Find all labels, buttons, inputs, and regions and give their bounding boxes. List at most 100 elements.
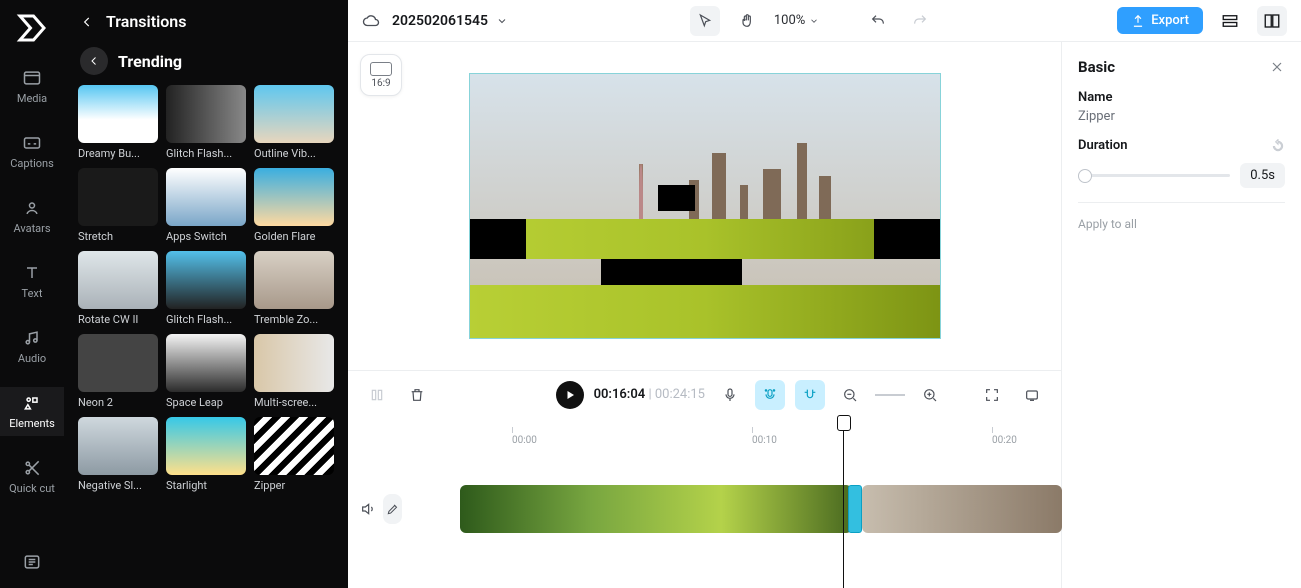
thumb-label: Zipper	[254, 479, 334, 492]
thumb-label: Stretch	[78, 230, 158, 243]
zoom-slider[interactable]	[875, 394, 905, 396]
timeline-ruler[interactable]: 00:00 00:10 00:20	[400, 419, 1061, 447]
nav-quickcut[interactable]: Quick cut	[0, 452, 64, 501]
transition-item[interactable]: Negative Sl...	[78, 417, 158, 492]
thumb-label: Negative Sl...	[78, 479, 158, 492]
close-icon[interactable]	[1269, 59, 1285, 75]
transition-item[interactable]: Tremble Zo...	[254, 251, 334, 326]
nav-avatars[interactable]: Avatars	[0, 192, 64, 241]
transition-marker[interactable]	[848, 485, 862, 533]
cloud-icon[interactable]	[362, 12, 380, 30]
pointer-tool[interactable]	[690, 6, 720, 36]
panel-title: Transitions	[106, 12, 186, 31]
nav-label: Quick cut	[9, 482, 55, 495]
transition-item[interactable]: Multi-scree...	[254, 334, 334, 409]
duration-value[interactable]: 0.5s	[1240, 163, 1285, 188]
layout-button-2[interactable]	[1257, 6, 1287, 36]
panel-subheader: Trending	[64, 43, 348, 85]
track-edit-button[interactable]	[383, 494, 402, 524]
transition-item[interactable]: Dreamy Bu...	[78, 85, 158, 160]
project-title[interactable]: 202502061545	[392, 13, 508, 29]
layout-button-1[interactable]	[1215, 6, 1245, 36]
transition-item[interactable]: Starlight	[166, 417, 246, 492]
clip-1[interactable]	[460, 485, 852, 533]
timeline[interactable]: 00:00 00:10 00:20	[348, 418, 1061, 588]
transition-item[interactable]: Space Leap	[166, 334, 246, 409]
zoom-value: 100%	[774, 13, 805, 28]
fullscreen-button[interactable]	[1017, 380, 1047, 410]
current-time: 00:16:04	[594, 387, 646, 402]
apply-to-all-button[interactable]: Apply to all	[1078, 217, 1285, 231]
export-button[interactable]: Export	[1117, 7, 1203, 34]
transition-item[interactable]: Rotate CW II	[78, 251, 158, 326]
transition-item[interactable]: Stretch	[78, 168, 158, 243]
zoom-level[interactable]: 100%	[774, 13, 819, 28]
nav-captions[interactable]: Captions	[0, 127, 64, 176]
transition-item[interactable]: Neon 2	[78, 334, 158, 409]
delete-button[interactable]	[402, 380, 432, 410]
top-bar: 202502061545 100% Export	[348, 0, 1301, 42]
thumb-label: Glitch Flash...	[166, 147, 246, 160]
thumb-label: Outline Vib...	[254, 147, 334, 160]
nav-label: Audio	[18, 352, 46, 365]
nav-elements[interactable]: Elements	[0, 387, 64, 436]
nav-media[interactable]: Media	[0, 62, 64, 111]
thumb-label: Tremble Zo...	[254, 313, 334, 326]
split-button[interactable]	[362, 380, 392, 410]
upload-icon	[1131, 14, 1145, 28]
preview-canvas[interactable]	[470, 74, 940, 338]
divider	[1078, 202, 1285, 203]
transition-item[interactable]: Zipper	[254, 417, 334, 492]
transition-item[interactable]: Apps Switch	[166, 168, 246, 243]
total-time: 00:24:15	[655, 387, 705, 402]
nav-label: Captions	[10, 157, 54, 170]
app-logo[interactable]	[14, 10, 50, 46]
timeline-toolbar: 00:16:04 | 00:24:15	[348, 370, 1061, 418]
thumb-label: Starlight	[166, 479, 246, 492]
nav-label: Elements	[9, 417, 55, 430]
nav-more[interactable]	[0, 546, 64, 578]
chevron-left-icon[interactable]	[80, 15, 94, 29]
thumb-label: Rotate CW II	[78, 313, 158, 326]
zoom-out-button[interactable]	[835, 380, 865, 410]
fit-button[interactable]	[977, 380, 1007, 410]
editor-main: 202502061545 100% Export 16:9	[348, 0, 1301, 588]
redo-button[interactable]	[905, 6, 935, 36]
transition-item[interactable]: Golden Flare	[254, 168, 334, 243]
transition-item[interactable]: Glitch Flash...	[166, 85, 246, 160]
playhead[interactable]	[843, 419, 844, 588]
properties-panel: Basic Name Zipper Duration 0.5s Apply to…	[1061, 42, 1301, 588]
aspect-ratio-value: 16:9	[371, 78, 390, 89]
export-label: Export	[1151, 13, 1189, 28]
transition-item[interactable]: Glitch Flash...	[166, 251, 246, 326]
props-section-title: Basic	[1078, 58, 1115, 76]
reset-icon[interactable]	[1271, 139, 1285, 153]
clip-2[interactable]	[862, 485, 1062, 533]
aspect-ratio-badge[interactable]: 16:9	[360, 54, 402, 96]
ruler-mark: 00:10	[752, 435, 777, 446]
panel-header: Transitions	[64, 0, 348, 43]
video-track[interactable]	[460, 485, 1062, 533]
snap-button[interactable]	[795, 380, 825, 410]
nav-text[interactable]: Text	[0, 257, 64, 306]
back-button[interactable]	[80, 47, 108, 75]
chevron-down-icon	[496, 15, 508, 27]
track-mute-button[interactable]	[358, 494, 377, 524]
thumb-label: Space Leap	[166, 396, 246, 409]
nav-audio[interactable]: Audio	[0, 322, 64, 371]
transition-item[interactable]: Outline Vib...	[254, 85, 334, 160]
zoom-in-button[interactable]	[915, 380, 945, 410]
thumb-label: Apps Switch	[166, 230, 246, 243]
duration-slider[interactable]	[1078, 174, 1230, 177]
undo-button[interactable]	[863, 6, 893, 36]
project-title-text: 202502061545	[392, 13, 488, 29]
hand-tool[interactable]	[732, 6, 762, 36]
preview-area: 16:9	[348, 42, 1061, 370]
chevron-left-icon	[88, 55, 100, 67]
ruler-mark: 00:00	[512, 435, 537, 446]
auto-caption-button[interactable]	[755, 380, 785, 410]
play-button[interactable]	[556, 381, 584, 409]
mic-button[interactable]	[715, 380, 745, 410]
thumb-label: Dreamy Bu...	[78, 147, 158, 160]
thumb-label: Neon 2	[78, 396, 158, 409]
